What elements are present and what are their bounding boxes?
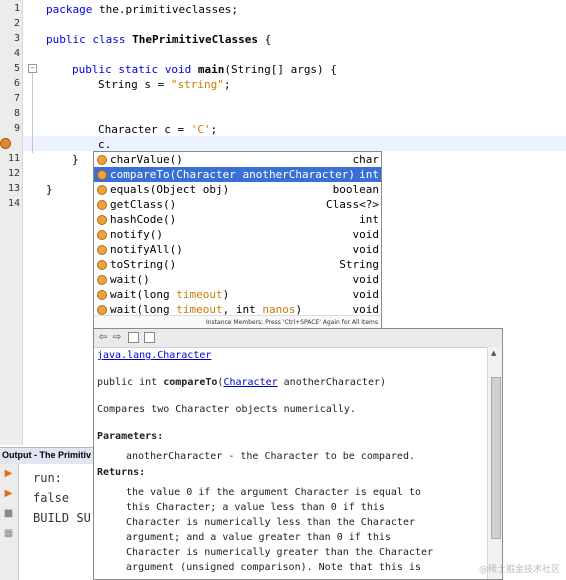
output-line: BUILD SU [33,511,91,525]
returns-line: argument (unsigned comparison). Note tha… [126,562,422,573]
line-number: 2 [13,18,20,29]
code-line: } [72,153,79,166]
output-line: run: [33,471,62,485]
returns-line: Character is numerically less than the C… [126,517,415,528]
method-icon [97,305,107,315]
forward-arrow-icon[interactable]: ⇨ [111,332,123,343]
javadoc-scrollbar[interactable]: ▲ [487,347,502,579]
method-icon [97,275,107,285]
method-icon [97,260,107,270]
code-completion-popup[interactable]: charValue() char compareTo(Character anot… [93,151,382,330]
line-number: 4 [13,48,20,59]
javadoc-toolbar: ⇦ ⇨ [94,329,502,348]
completion-item[interactable]: wait() void [94,272,381,287]
completion-item[interactable]: notifyAll() void [94,242,381,257]
completion-item[interactable]: equals(Object obj) boolean [94,182,381,197]
completion-item[interactable]: hashCode() int [94,212,381,227]
returns-line: Character is numerically greater than th… [126,547,434,558]
line-number: 9 [13,123,20,134]
code-line: public static void main(String[] args) { [72,63,337,76]
line-number: 7 [13,93,20,104]
line-number: 14 [7,198,20,209]
returns-line: this Character; a value less than 0 if t… [126,502,385,513]
back-arrow-icon[interactable]: ⇦ [97,332,109,343]
output-line: false [33,491,70,505]
line-number: 5 [13,63,20,74]
class-link[interactable]: java.lang.Character [97,349,211,363]
code-line: Character c = 'C'; [98,123,218,136]
method-icon [97,200,107,210]
code-line: c. [98,138,112,151]
line-number: 3 [13,33,20,44]
editor-gutter: 1 2 3 4 5 6 7 8 9 10 11 12 13 14 [0,0,23,445]
type-link[interactable]: Character [223,377,277,388]
parameters-heading: Parameters: [97,431,164,442]
scrollbar-thumb[interactable] [491,377,501,539]
parameter-description: anotherCharacter - the Character to be c… [126,451,415,462]
error-hint-icon[interactable] [0,138,11,149]
method-signature: public int compareTo(Character anotherCh… [97,377,387,388]
open-browser-icon[interactable] [144,332,155,343]
method-icon [97,290,107,300]
line-number: 13 [7,183,20,194]
line-number: 6 [13,78,20,89]
method-icon [97,155,107,165]
completion-item-selected[interactable]: compareTo(Character anotherCharacter) int [94,167,381,182]
code-line: } [46,183,53,196]
fold-guide [32,73,33,153]
output-console[interactable]: run: false BUILD SU [19,464,93,580]
code-line: package the.primitiveclasses; [46,3,239,16]
show-source-icon[interactable] [128,332,139,343]
completion-item[interactable]: wait(long timeout) void [94,287,381,302]
method-description: Compares two Character objects numerical… [97,404,356,415]
returns-heading: Returns: [97,467,146,478]
completion-item[interactable]: charValue() char [94,152,381,167]
line-number: 8 [13,108,20,119]
watermark: @稀土掘金技术社区 [478,565,560,575]
clear-icon[interactable]: ▦ [3,528,14,539]
output-title: Output - The Primitiv [2,450,91,460]
completion-item[interactable]: notify() void [94,227,381,242]
returns-line: the value 0 if the argument Character is… [126,487,422,498]
rerun-icon[interactable]: ▶ [3,468,14,479]
line-number: 12 [7,168,20,179]
method-icon [97,170,107,180]
method-icon [97,245,107,255]
stop-icon[interactable]: ■ [3,508,14,519]
completion-status-text: Instance Members; Press 'Ctrl+SPACE' Aga… [94,315,381,329]
rerun-with-options-icon[interactable]: ▶ [3,488,14,499]
line-number: 11 [7,153,20,164]
code-line: public class ThePrimitiveClasses { [46,33,272,46]
method-icon [97,230,107,240]
output-toolbar: ▶ ▶ ■ ▦ [0,464,19,580]
returns-line: argument; and a value greater than 0 if … [126,532,391,543]
output-tab[interactable]: Output - The Primitiv [0,447,93,465]
javadoc-popup[interactable]: ⇦ ⇨ java.lang.Character public int compa… [93,328,503,580]
scroll-up-icon[interactable]: ▲ [491,349,496,357]
code-line: String s = "string"; [98,78,231,91]
completion-item[interactable]: toString() String [94,257,381,272]
line-number: 1 [13,3,20,14]
completion-item[interactable]: getClass() Class<?> [94,197,381,212]
method-icon [97,215,107,225]
method-icon [97,185,107,195]
fold-toggle-icon[interactable]: − [28,64,37,73]
